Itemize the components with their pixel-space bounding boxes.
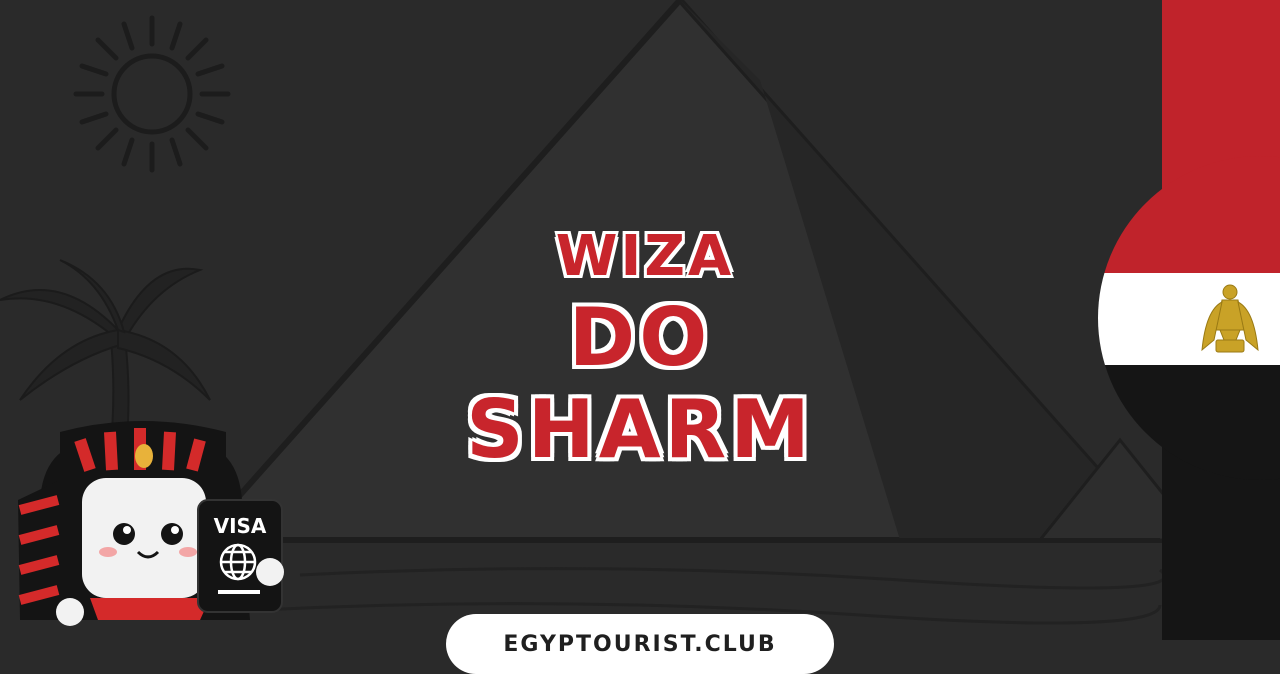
sun-icon	[73, 15, 231, 173]
title-line-2: DO SHARM	[466, 291, 814, 476]
site-badge[interactable]: EGYPTOURIST.CLUB	[446, 614, 834, 674]
site-badge-text: EGYPTOURIST.CLUB	[503, 632, 777, 657]
pharaoh-mascot: VISA	[18, 421, 284, 626]
egypt-flag	[1098, 156, 1280, 480]
title-block: WIZA DO SHARM	[410, 222, 870, 476]
title-line-1: WIZA	[555, 223, 735, 290]
visa-card-label: VISA	[214, 514, 267, 538]
